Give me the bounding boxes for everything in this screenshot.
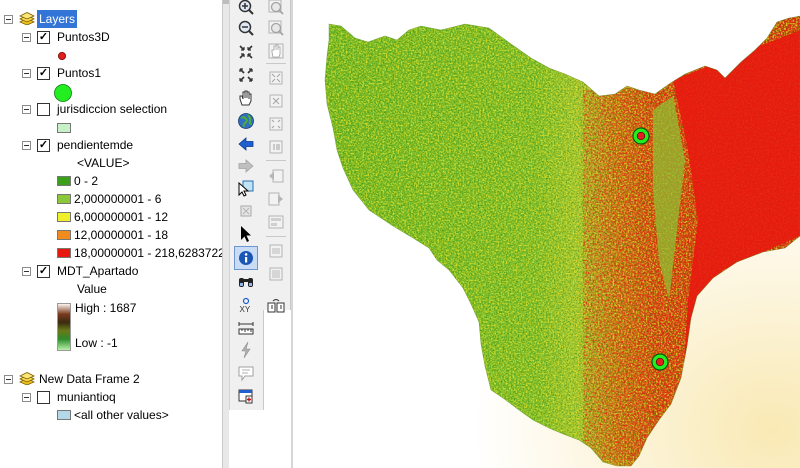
- layer-visibility-checkbox[interactable]: ✓: [37, 31, 50, 44]
- data-frame-new-data-frame-2[interactable]: New Data Frame 2: [0, 370, 220, 388]
- find-icon[interactable]: [235, 272, 257, 292]
- class-color-swatch: [57, 212, 71, 222]
- collapse-icon[interactable]: [22, 69, 31, 78]
- layer-visibility-checkbox[interactable]: [37, 391, 50, 404]
- layer-name[interactable]: jurisdiccion selection: [57, 100, 167, 118]
- low-label: Low : -1: [75, 336, 118, 350]
- select-elements-icon[interactable]: [235, 224, 257, 244]
- layer-mdt-apartado[interactable]: ✓ MDT_Apartado: [0, 262, 220, 280]
- data-frame-icon: [19, 12, 35, 25]
- layout-back-icon[interactable]: [265, 166, 287, 186]
- layer-name[interactable]: pendientemde: [57, 136, 133, 154]
- fixed-zoom-out-icon[interactable]: [235, 65, 257, 85]
- layer-pendientemde[interactable]: ✓ pendientemde: [0, 136, 220, 154]
- collapse-icon[interactable]: [22, 105, 31, 114]
- zoom-percent-icon[interactable]: [265, 212, 287, 232]
- collapse-icon[interactable]: [4, 15, 13, 24]
- layout-forward-icon[interactable]: [265, 189, 287, 209]
- elevation-ramp-swatch: [57, 303, 71, 351]
- layer-name[interactable]: Puntos1: [57, 64, 101, 82]
- point-marker-south[interactable]: [651, 353, 669, 371]
- field-label: <VALUE>: [77, 156, 130, 170]
- layout-pan-icon[interactable]: [265, 41, 287, 61]
- layer-visibility-checkbox[interactable]: ✓: [37, 265, 50, 278]
- zoom-in-icon[interactable]: [235, 0, 257, 17]
- layer-visibility-checkbox[interactable]: [37, 103, 50, 116]
- measure-icon[interactable]: [235, 318, 257, 338]
- identify-icon[interactable]: [234, 246, 258, 270]
- toc-scrollbar[interactable]: [222, 0, 229, 468]
- map-view[interactable]: [293, 0, 800, 468]
- zoom-out-icon[interactable]: [235, 18, 257, 38]
- data-frame-layers[interactable]: Layers: [0, 10, 220, 28]
- legend-class: 2,000000001 - 6: [57, 190, 217, 208]
- layout-toolbar: [263, 0, 291, 313]
- legend-class: 6,000000001 - 12: [57, 208, 217, 226]
- layer-muniantioq[interactable]: muniantioq: [0, 388, 220, 406]
- class-color-swatch: [57, 410, 71, 420]
- time-slider-icon[interactable]: [235, 386, 257, 406]
- forward-extent-icon[interactable]: [235, 156, 257, 176]
- layer-jurisdiccion-selection[interactable]: jurisdiccion selection: [0, 100, 220, 118]
- high-label: High : 1687: [75, 301, 137, 315]
- full-extent-icon[interactable]: [235, 111, 257, 131]
- layout-fixed-zoom-out-icon[interactable]: [265, 137, 287, 157]
- class-color-swatch: [57, 176, 71, 186]
- table-of-contents[interactable]: Layers ✓ Puntos3D ✓ Puntos1 jurisdiccion…: [0, 0, 222, 468]
- fixed-zoom-in-icon[interactable]: [235, 42, 257, 62]
- class-color-swatch: [57, 194, 71, 204]
- class-label: 2,000000001 - 6: [74, 192, 162, 206]
- select-features-icon[interactable]: [235, 178, 257, 198]
- layer-visibility-checkbox[interactable]: ✓: [37, 67, 50, 80]
- point-marker-north[interactable]: [632, 127, 650, 145]
- clear-selection-icon[interactable]: [235, 201, 257, 221]
- legend-class: <all other values>: [57, 406, 217, 424]
- layer-puntos3d[interactable]: ✓ Puntos3D: [0, 28, 220, 46]
- go-to-xy-icon[interactable]: XY: [235, 295, 257, 315]
- pan-icon[interactable]: [235, 88, 257, 108]
- layout-zoom-in-icon[interactable]: [265, 0, 287, 17]
- polygon-symbol-swatch: [57, 123, 71, 133]
- collapse-icon[interactable]: [22, 33, 31, 42]
- layer-name[interactable]: Puntos3D: [57, 28, 110, 46]
- layer-name[interactable]: MDT_Apartado: [57, 262, 138, 280]
- class-label: <all other values>: [74, 408, 169, 422]
- class-label: 6,000000001 - 12: [74, 210, 169, 224]
- class-label: 0 - 2: [74, 174, 99, 188]
- focus-data-frame-icon[interactable]: [265, 264, 287, 284]
- class-label: 18,00000001 - 218,6283722: [74, 246, 222, 260]
- collapse-icon[interactable]: [22, 393, 31, 402]
- class-label: 12,00000001 - 18: [74, 228, 169, 242]
- toolbar-empty-area: [229, 410, 291, 468]
- back-extent-icon[interactable]: [235, 134, 257, 154]
- layer-puntos1[interactable]: ✓ Puntos1: [0, 64, 220, 82]
- legend-class: 18,00000001 - 218,6283722: [57, 244, 222, 262]
- layer-visibility-checkbox[interactable]: ✓: [37, 139, 50, 152]
- tools-toolbar: XY: [229, 0, 264, 410]
- data-frame-label[interactable]: New Data Frame 2: [39, 370, 140, 388]
- layout-zoom-out-icon[interactable]: [265, 18, 287, 38]
- legend-class: 12,00000001 - 18: [57, 226, 217, 244]
- toggle-draft-icon[interactable]: [265, 241, 287, 261]
- point-symbol-icon: [58, 52, 66, 60]
- collapse-icon[interactable]: [4, 375, 13, 384]
- zoom-whole-page-icon[interactable]: [265, 68, 287, 88]
- data-frame-label[interactable]: Layers: [37, 10, 78, 28]
- value-label: Value: [77, 282, 107, 296]
- zoom-100-icon[interactable]: [265, 91, 287, 111]
- slope-raster-map: [324, 15, 800, 467]
- layout-fixed-zoom-in-icon[interactable]: [265, 114, 287, 134]
- html-popup-icon[interactable]: [235, 363, 257, 383]
- data-frame-icon: [19, 372, 35, 385]
- change-layout-icon[interactable]: [265, 296, 287, 316]
- class-color-swatch: [57, 248, 71, 258]
- legend-class: 0 - 2: [57, 172, 217, 190]
- class-color-swatch: [57, 230, 71, 240]
- hyperlink-icon[interactable]: [235, 340, 257, 360]
- collapse-icon[interactable]: [22, 267, 31, 276]
- go-to-xy-label: XY: [240, 305, 251, 314]
- collapse-icon[interactable]: [22, 141, 31, 150]
- layer-name[interactable]: muniantioq: [57, 388, 116, 406]
